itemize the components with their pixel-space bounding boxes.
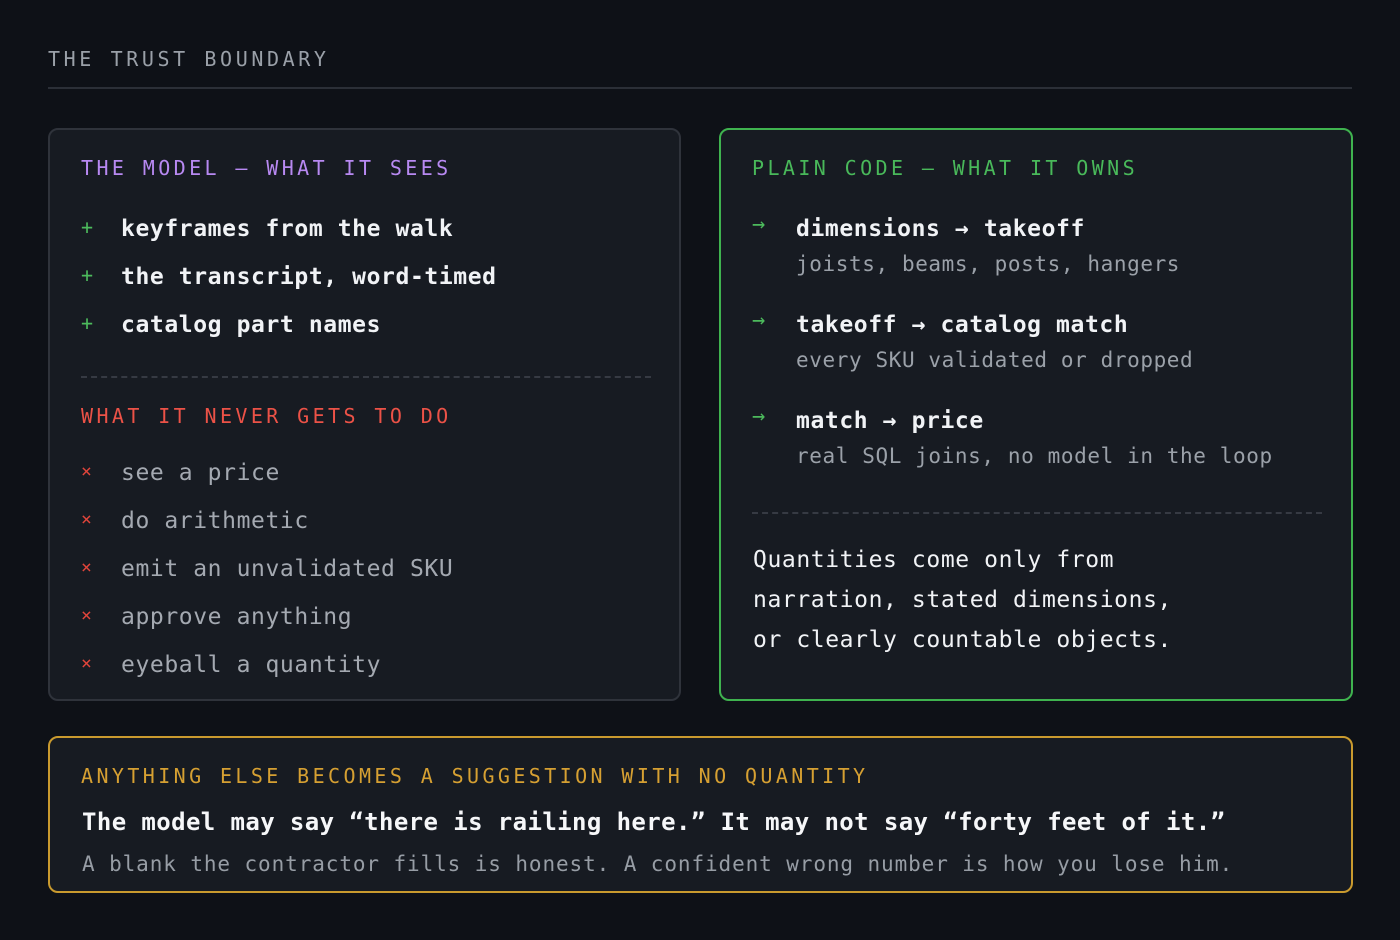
arrow-right-icon: → [752, 404, 766, 429]
page-title: THE TRUST BOUNDARY [48, 47, 330, 71]
arrow-right-icon: → [752, 308, 766, 333]
quantity-statement: Quantities come only from narration, sta… [753, 540, 1323, 660]
arrow-right-icon: → [752, 212, 766, 237]
cross-icon: × [81, 509, 92, 530]
never-item-label: do arithmetic [121, 508, 309, 534]
cross-icon: × [81, 653, 92, 674]
step-detail: joists, beams, posts, hangers [796, 252, 1181, 276]
statement-line: narration, stated dimensions, [753, 587, 1172, 613]
step-label: dimensions → takeoff [796, 216, 1085, 242]
section-divider [81, 376, 651, 378]
step-detail: real SQL joins, no model in the loop [796, 444, 1273, 468]
sees-item-label: keyframes from the walk [121, 216, 454, 242]
cross-icon: × [81, 461, 92, 482]
code-panel: PLAIN CODE — WHAT IT OWNS → dimensions →… [719, 128, 1353, 701]
never-item-label: eyeball a quantity [121, 652, 382, 678]
plus-icon: + [81, 263, 94, 287]
never-item-label: see a price [121, 460, 280, 486]
step-label: match → price [796, 408, 984, 434]
rule-title: ANYTHING ELSE BECOMES A SUGGESTION WITH … [81, 764, 869, 788]
sees-item-label: the transcript, word-timed [121, 264, 497, 290]
step-label: takeoff → catalog match [796, 312, 1129, 338]
code-panel-title: PLAIN CODE — WHAT IT OWNS [752, 156, 1139, 180]
statement-line: or clearly countable objects. [753, 627, 1172, 653]
plus-icon: + [81, 311, 94, 335]
statement-line: Quantities come only from [753, 547, 1115, 573]
cross-icon: × [81, 605, 92, 626]
never-title: WHAT IT NEVER GETS TO DO [81, 404, 452, 428]
model-sees-title: THE MODEL — WHAT IT SEES [81, 156, 452, 180]
never-item-label: emit an unvalidated SKU [121, 556, 454, 582]
rule-quote: The model may say “there is railing here… [82, 808, 1226, 836]
rule-panel: ANYTHING ELSE BECOMES A SUGGESTION WITH … [48, 736, 1353, 893]
step-detail: every SKU validated or dropped [796, 348, 1194, 372]
section-divider [752, 512, 1322, 514]
plus-icon: + [81, 215, 94, 239]
header-divider [48, 87, 1352, 89]
sees-item-label: catalog part names [121, 312, 382, 338]
cross-icon: × [81, 557, 92, 578]
rule-note: A blank the contractor fills is honest. … [82, 852, 1234, 876]
model-panel: THE MODEL — WHAT IT SEES + keyframes fro… [48, 128, 681, 701]
never-item-label: approve anything [121, 604, 353, 630]
